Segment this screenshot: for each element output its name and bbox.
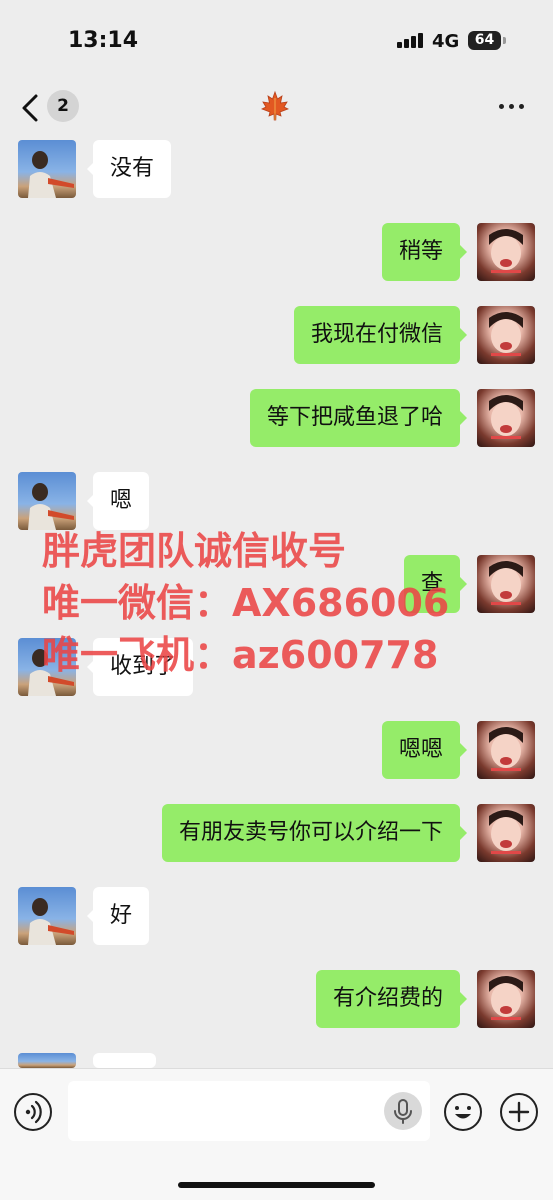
chevron-left-icon bbox=[22, 94, 38, 122]
my-message-bubble[interactable]: 等下把咸鱼退了哈 bbox=[249, 389, 460, 447]
battery-level: 64 bbox=[468, 31, 501, 50]
voice-icon bbox=[25, 1100, 42, 1124]
my-avatar[interactable] bbox=[477, 223, 535, 281]
peer-avatar[interactable] bbox=[18, 1053, 76, 1068]
peer-message-bubble[interactable]: 嗯 bbox=[93, 472, 150, 530]
emoji-button[interactable] bbox=[444, 1093, 482, 1131]
my-message-bubble[interactable]: 嗯嗯 bbox=[381, 721, 460, 779]
chat-input-bar bbox=[0, 1068, 553, 1200]
voice-button[interactable] bbox=[14, 1093, 52, 1131]
status-time: 13:14 bbox=[68, 28, 139, 53]
maple-leaf-icon bbox=[259, 90, 291, 122]
battery-tip bbox=[503, 37, 506, 44]
my-message-bubble[interactable]: 有朋友卖号你可以介绍一下 bbox=[161, 804, 460, 862]
watermark-line: 唯一微信：AX686006 bbox=[42, 581, 450, 625]
my-avatar[interactable] bbox=[477, 721, 535, 779]
emoji-icon bbox=[455, 1106, 471, 1119]
back-button[interactable] bbox=[18, 90, 42, 126]
peer-avatar[interactable] bbox=[18, 472, 76, 530]
plus-icon bbox=[508, 1101, 530, 1123]
microphone-icon bbox=[394, 1099, 412, 1124]
my-avatar[interactable] bbox=[477, 970, 535, 1028]
status-bar: 13:14 4G 64 bbox=[0, 0, 553, 80]
home-indicator[interactable] bbox=[178, 1182, 375, 1188]
peer-message-bubble[interactable]: 好 bbox=[93, 887, 150, 945]
my-message-bubble[interactable]: 我现在付微信 bbox=[293, 306, 460, 364]
unread-count-badge[interactable]: 2 bbox=[47, 90, 79, 122]
watermark-overlay: 胖虎团队诚信收号 唯一微信：AX686006 唯一飞机：az600778 bbox=[42, 525, 542, 681]
peer-message-bubble[interactable]: 没有 bbox=[93, 140, 172, 198]
peer-avatar[interactable] bbox=[18, 887, 76, 945]
more-options-button[interactable] bbox=[494, 92, 530, 120]
message-input[interactable] bbox=[68, 1081, 430, 1141]
peer-message-bubble[interactable] bbox=[93, 1053, 156, 1068]
my-avatar[interactable] bbox=[477, 804, 535, 862]
more-dots-icon bbox=[499, 104, 504, 109]
watermark-line: 胖虎团队诚信收号 bbox=[42, 529, 347, 573]
watermark-line: 唯一飞机：az600778 bbox=[42, 633, 439, 677]
my-avatar[interactable] bbox=[477, 389, 535, 447]
my-avatar[interactable] bbox=[477, 306, 535, 364]
my-message-bubble[interactable]: 稍等 bbox=[381, 223, 460, 281]
more-actions-button[interactable] bbox=[500, 1093, 538, 1131]
chat-nav-bar: 2 bbox=[0, 80, 553, 138]
network-type: 4G bbox=[432, 31, 460, 52]
my-message-bubble[interactable]: 有介绍费的 bbox=[315, 970, 460, 1028]
peer-avatar[interactable] bbox=[18, 140, 76, 198]
signal-icon bbox=[397, 32, 425, 48]
microphone-button[interactable] bbox=[384, 1092, 422, 1130]
